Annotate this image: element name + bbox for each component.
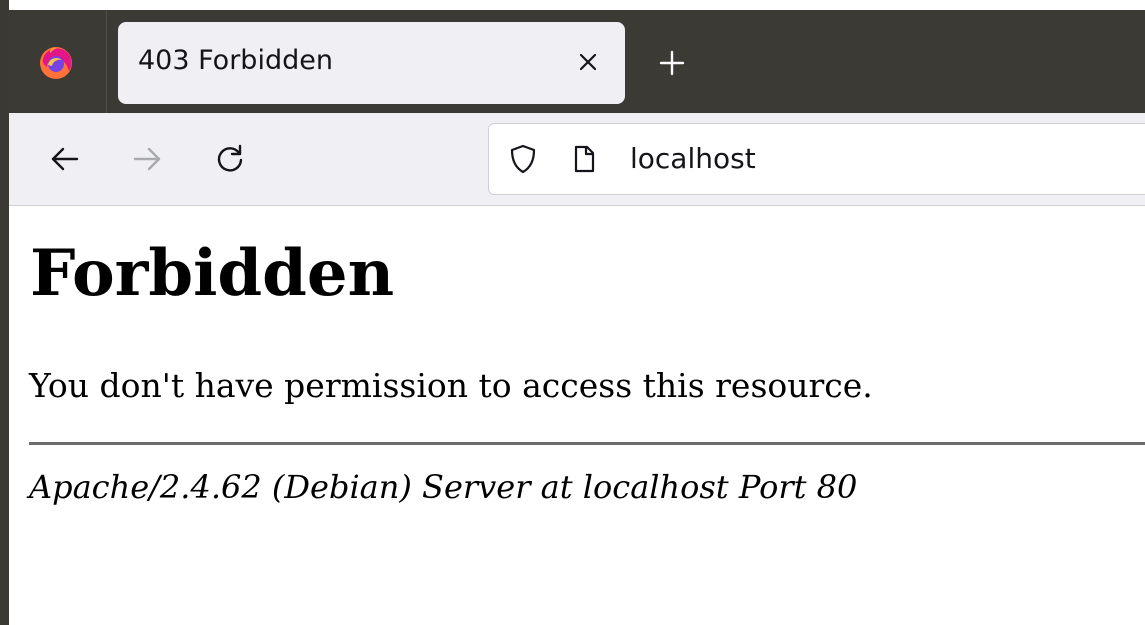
address-bar[interactable]: localhost [488, 123, 1145, 195]
page-content: Forbidden You don't have permission to a… [9, 206, 1145, 625]
page-icon[interactable] [569, 143, 599, 175]
tab-title: 403 Forbidden [138, 45, 333, 76]
window-left-edge [0, 0, 9, 625]
back-arrow-icon[interactable] [47, 141, 83, 177]
server-signature: Apache/2.4.62 (Debian) Server at localho… [29, 468, 858, 506]
browser-window: 403 Forbidden localhost Forbidden You do… [0, 0, 1145, 625]
tab-active[interactable]: 403 Forbidden [118, 22, 625, 104]
plus-icon[interactable] [657, 48, 687, 78]
firefox-logo-icon[interactable] [37, 43, 75, 81]
reload-icon[interactable] [212, 141, 248, 177]
error-message: You don't have permission to access this… [29, 366, 873, 405]
navigation-toolbar: localhost [9, 113, 1145, 206]
tracking-protection-shield-icon[interactable] [507, 143, 539, 175]
url-text[interactable]: localhost [630, 142, 756, 175]
close-icon[interactable] [572, 46, 604, 78]
page-title: Forbidden [30, 236, 395, 311]
forward-arrow-icon[interactable] [129, 141, 165, 177]
tab-separator [106, 10, 107, 113]
horizontal-rule [29, 442, 1145, 445]
window-top-edge [0, 0, 1145, 10]
tab-strip: 403 Forbidden [9, 10, 1145, 113]
